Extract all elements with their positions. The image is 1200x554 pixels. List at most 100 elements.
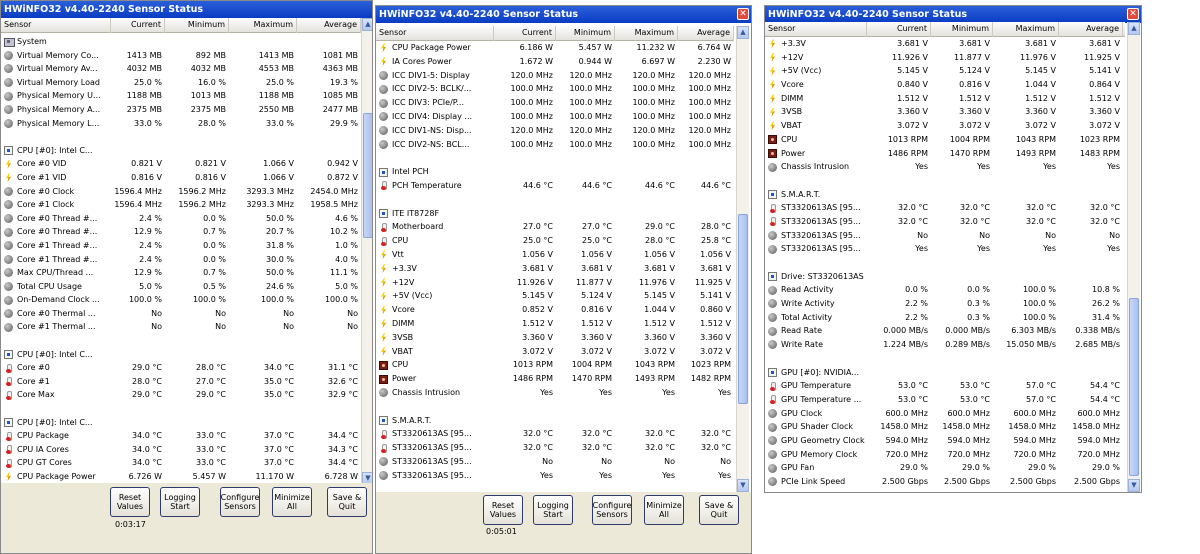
table-row[interactable]: Physical Memory U... 1188 MB 1013 MB 1188 M… bbox=[1, 89, 361, 103]
table-row[interactable]: Core #1 Clock 1596.4 MHz 1596.2 MHz 3293.3 … bbox=[1, 198, 361, 212]
table-row[interactable]: Total Activity 2.2 % 0.3 % 100.0 % 31.4 % bbox=[765, 311, 1125, 325]
header-current[interactable]: Current bbox=[494, 26, 556, 41]
table-row[interactable]: Core #0 Thermal ... No No No No bbox=[1, 307, 361, 321]
table-row[interactable]: CPU IA Cores 34.0 °C 33.0 °C 37.0 °C 34.3 °C bbox=[1, 443, 361, 457]
table-row[interactable]: Power 1486 RPM 1470 RPM 1493 RPM 1483 RPM bbox=[765, 147, 1125, 161]
table-row[interactable]: Max CPU/Thread ... 12.9 % 0.7 % 50.0 % 11.1 … bbox=[1, 266, 361, 280]
table-row[interactable]: DIMM 1.512 V 1.512 V 1.512 V 1.512 V bbox=[376, 317, 734, 331]
close-icon[interactable]: ✕ bbox=[1127, 8, 1139, 20]
table-row[interactable]: Chassis Intrusion Yes Yes Yes Yes bbox=[376, 386, 734, 400]
table-row[interactable]: +12V 11.926 V 11.877 V 11.976 V 11.925 V bbox=[376, 276, 734, 290]
table-row[interactable]: ITE IT8728F bbox=[376, 207, 734, 221]
table-row[interactable]: VBAT 3.072 V 3.072 V 3.072 V 3.072 V bbox=[765, 119, 1125, 133]
table-row[interactable]: ST3320613AS [95... Yes Yes Yes Yes bbox=[376, 469, 734, 483]
scroll-thumb[interactable] bbox=[738, 214, 748, 404]
scroll-up-arrow-icon[interactable]: ▲ bbox=[362, 18, 372, 31]
header-maximum[interactable]: Maximum bbox=[229, 18, 297, 33]
table-row[interactable]: System bbox=[1, 35, 361, 49]
table-row[interactable]: ST3320613AS [95... 32.0 °C 32.0 °C 32.0 °C 3… bbox=[376, 441, 734, 455]
table-row[interactable]: GPU Geometry Clock 594.0 MHz 594.0 MHz 594.… bbox=[765, 434, 1125, 448]
header-average[interactable]: Average bbox=[1059, 22, 1123, 37]
table-row[interactable]: ST3320613AS [95... No No No No bbox=[376, 455, 734, 469]
header-minimum[interactable]: Minimum bbox=[556, 26, 615, 41]
table-row[interactable]: ICC DIV2-5: BCLK/... 100.0 MHz 100.0 MHz 10… bbox=[376, 82, 734, 96]
table-row[interactable]: Core #0 29.0 °C 28.0 °C 34.0 °C 31.1 °C bbox=[1, 361, 361, 375]
table-row[interactable]: ICC DIV1-5: Display 120.0 MHz 120.0 MHz 120… bbox=[376, 69, 734, 83]
table-row[interactable]: S.M.A.R.T. bbox=[765, 188, 1125, 202]
table-row[interactable]: GPU Clock 600.0 MHz 600.0 MHz 600.0 MHz 600.… bbox=[765, 407, 1125, 421]
table-row[interactable]: IA Cores Power 1.672 W 0.944 W 6.697 W 2.230… bbox=[376, 55, 734, 69]
table-row[interactable]: Core #1 VID 0.816 V 0.816 V 1.066 V 0.872 V bbox=[1, 171, 361, 185]
table-row[interactable]: +3.3V 3.681 V 3.681 V 3.681 V 3.681 V bbox=[376, 262, 734, 276]
header-average[interactable]: Average bbox=[678, 26, 734, 41]
table-row[interactable]: Vcore 0.852 V 0.816 V 1.044 V 0.860 V bbox=[376, 303, 734, 317]
logging-start-button[interactable]: Logging Start bbox=[533, 495, 573, 525]
table-row[interactable]: PCH Temperature 44.6 °C 44.6 °C 44.6 °C 44.6… bbox=[376, 179, 734, 193]
header-current[interactable]: Current bbox=[867, 22, 931, 37]
table-row[interactable]: +5V (Vcc) 5.145 V 5.124 V 5.145 V 5.141 V bbox=[765, 64, 1125, 78]
table-row[interactable]: VBAT 3.072 V 3.072 V 3.072 V 3.072 V bbox=[376, 345, 734, 359]
table-row[interactable]: ST3320613AS [95... 32.0 °C 32.0 °C 32.0 °C 3… bbox=[765, 201, 1125, 215]
table-row[interactable]: DIMM 1.512 V 1.512 V 1.512 V 1.512 V bbox=[765, 92, 1125, 106]
table-row[interactable]: ICC DIV3: PCIe/P... 100.0 MHz 100.0 MHz 100… bbox=[376, 96, 734, 110]
table-row[interactable]: Core #1 Thread #... 2.4 % 0.0 % 31.8 % 1.0 % bbox=[1, 239, 361, 253]
table-row[interactable]: Core #0 Thread #... 2.4 % 0.0 % 50.0 % 4.6 % bbox=[1, 212, 361, 226]
header-sensor[interactable]: Sensor bbox=[1, 18, 111, 33]
table-row[interactable]: GPU Fan 29.0 % 29.0 % 29.0 % 29.0 % bbox=[765, 461, 1125, 475]
table-row[interactable]: 3VSB 3.360 V 3.360 V 3.360 V 3.360 V bbox=[765, 105, 1125, 119]
reset-values-button[interactable]: Reset Values bbox=[110, 487, 150, 517]
table-row[interactable]: Vcore 0.840 V 0.816 V 1.044 V 0.864 V bbox=[765, 78, 1125, 92]
scroll-thumb[interactable] bbox=[1129, 298, 1139, 476]
table-row[interactable]: Physical Memory A... 2375 MB 2375 MB 2550 M… bbox=[1, 103, 361, 117]
table-row[interactable]: Virtual Memory Av... 4032 MB 4032 MB 4553 M… bbox=[1, 62, 361, 76]
table-row[interactable]: Read Rate 0.000 MB/s 0.000 MB/s 6.303 MB/s 0… bbox=[765, 324, 1125, 338]
table-row[interactable]: Chassis Intrusion Yes Yes Yes Yes bbox=[765, 160, 1125, 174]
close-icon[interactable]: ✕ bbox=[737, 8, 749, 20]
header-maximum[interactable]: Maximum bbox=[993, 22, 1059, 37]
table-row[interactable]: CPU 1013 RPM 1004 RPM 1043 RPM 1023 RPM bbox=[765, 133, 1125, 147]
table-row[interactable]: ICC DIV4: Display ... 100.0 MHz 100.0 MHz 1… bbox=[376, 110, 734, 124]
header-current[interactable]: Current bbox=[111, 18, 165, 33]
table-row[interactable]: CPU Package Power 6.726 W 5.457 W 11.170 W 6… bbox=[1, 470, 361, 484]
vertical-scrollbar[interactable]: ▲ ▼ bbox=[736, 26, 749, 492]
header-maximum[interactable]: Maximum bbox=[615, 26, 678, 41]
table-row[interactable]: GPU Memory Clock 720.0 MHz 720.0 MHz 720.0 … bbox=[765, 448, 1125, 462]
table-row[interactable]: +5V (Vcc) 5.145 V 5.124 V 5.145 V 5.141 V bbox=[376, 289, 734, 303]
table-row[interactable]: Core #0 VID 0.821 V 0.821 V 1.066 V 0.942 V bbox=[1, 157, 361, 171]
table-row[interactable]: Vtt 1.056 V 1.056 V 1.056 V 1.056 V bbox=[376, 248, 734, 262]
table-row[interactable]: ST3320613AS [95... 32.0 °C 32.0 °C 32.0 °C 3… bbox=[765, 215, 1125, 229]
table-row[interactable]: Read Activity 0.0 % 0.0 % 100.0 % 10.8 % bbox=[765, 283, 1125, 297]
table-row[interactable]: PCIe Link Speed 2.500 Gbps 2.500 Gbps 2.500… bbox=[765, 475, 1125, 489]
table-row[interactable]: GPU Temperature 53.0 °C 53.0 °C 57.0 °C 54.4… bbox=[765, 379, 1125, 393]
table-row[interactable]: Write Rate 1.224 MB/s 0.289 MB/s 15.050 MB/… bbox=[765, 338, 1125, 352]
table-row[interactable]: Virtual Memory Co... 1413 MB 892 MB 1413 MB… bbox=[1, 49, 361, 63]
configure-sensors-button[interactable]: Configure Sensors bbox=[592, 495, 632, 525]
table-row[interactable]: Motherboard 27.0 °C 27.0 °C 29.0 °C 28.0 °C bbox=[376, 220, 734, 234]
scroll-down-arrow-icon[interactable]: ▼ bbox=[737, 479, 749, 492]
reset-values-button[interactable]: Reset Values bbox=[483, 495, 523, 525]
header-sensor[interactable]: Sensor bbox=[765, 22, 867, 37]
table-row[interactable]: Intel PCH bbox=[376, 165, 734, 179]
table-row[interactable]: Core #0 Clock 1596.4 MHz 1596.2 MHz 3293.3 … bbox=[1, 185, 361, 199]
table-row[interactable]: CPU [#0]: Intel C... bbox=[1, 348, 361, 362]
scroll-down-arrow-icon[interactable]: ▼ bbox=[1128, 479, 1140, 492]
table-row[interactable]: ICC DIV1-NS: Disp... 120.0 MHz 120.0 MHz 12… bbox=[376, 124, 734, 138]
vertical-scrollbar[interactable]: ▲ ▼ bbox=[361, 18, 372, 485]
minimize-all-button[interactable]: Minimize All bbox=[272, 487, 312, 517]
save-quit-button[interactable]: Save & Quit bbox=[699, 495, 739, 525]
header-minimum[interactable]: Minimum bbox=[165, 18, 229, 33]
table-row[interactable]: Total CPU Usage 5.0 % 0.5 % 24.6 % 5.0 % bbox=[1, 280, 361, 294]
scroll-up-arrow-icon[interactable]: ▲ bbox=[1128, 22, 1140, 35]
table-row[interactable]: +12V 11.926 V 11.877 V 11.976 V 11.925 V bbox=[765, 51, 1125, 65]
table-row[interactable]: Core Max 29.0 °C 29.0 °C 35.0 °C 32.9 °C bbox=[1, 388, 361, 402]
configure-sensors-button[interactable]: Configure Sensors bbox=[220, 487, 260, 517]
table-row[interactable]: On-Demand Clock ... 100.0 % 100.0 % 100.0 %… bbox=[1, 293, 361, 307]
table-row[interactable]: Core #1 Thread #... 2.4 % 0.0 % 30.0 % 4.0 % bbox=[1, 253, 361, 267]
table-row[interactable]: CPU [#0]: Intel C... bbox=[1, 416, 361, 430]
table-row[interactable]: Virtual Memory Load 25.0 % 16.0 % 25.0 % 19.… bbox=[1, 76, 361, 90]
table-row[interactable]: CPU GT Cores 34.0 °C 33.0 °C 37.0 °C 34.4 °C bbox=[1, 456, 361, 470]
table-row[interactable]: Physical Memory L... 33.0 % 28.0 % 33.0 % 29… bbox=[1, 117, 361, 131]
save-quit-button[interactable]: Save & Quit bbox=[327, 487, 367, 517]
header-sensor[interactable]: Sensor bbox=[376, 26, 494, 41]
table-row[interactable]: ICC DIV2-NS: BCL... 100.0 MHz 100.0 MHz 100… bbox=[376, 138, 734, 152]
